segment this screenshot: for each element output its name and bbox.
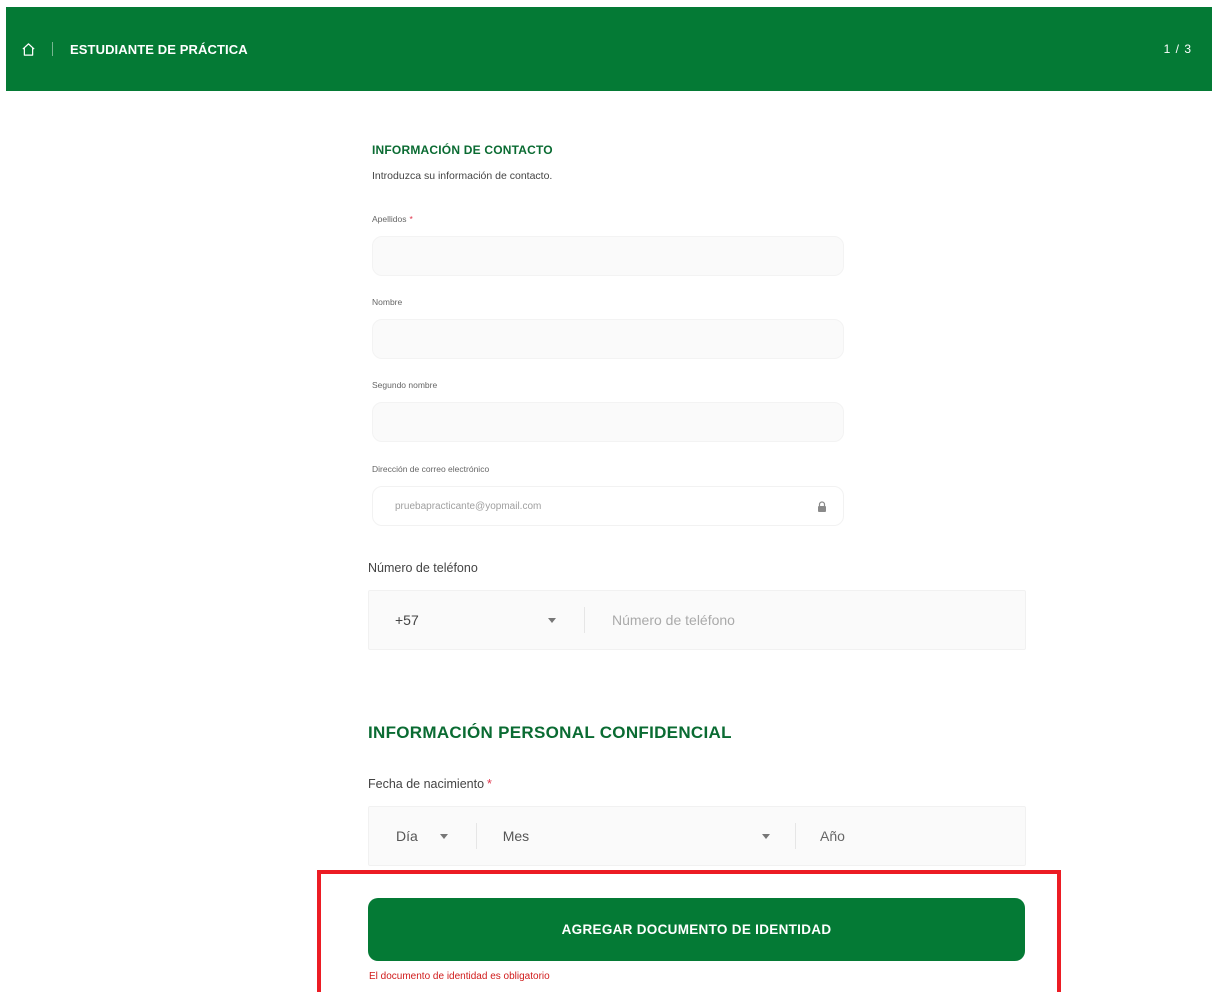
- lock-icon: [817, 500, 827, 512]
- birth-month-select[interactable]: Mes: [477, 807, 795, 865]
- chevron-down-icon: [439, 833, 448, 839]
- country-code-value: +57: [395, 612, 419, 628]
- middle-name-input[interactable]: [372, 402, 844, 442]
- header-left: ESTUDIANTE DE PRÁCTICA: [20, 41, 248, 57]
- last-name-label-text: Apellidos: [372, 214, 407, 224]
- chevron-down-icon: [548, 617, 556, 623]
- last-name-input[interactable]: [372, 236, 844, 276]
- required-mark: *: [409, 214, 413, 224]
- app-header: ESTUDIANTE DE PRÁCTICA 1 / 3: [6, 7, 1212, 91]
- personal-section-title: INFORMACIÓN PERSONAL CONFIDENCIAL: [368, 723, 732, 742]
- page-title: ESTUDIANTE DE PRÁCTICA: [70, 41, 248, 57]
- required-mark: *: [487, 777, 492, 791]
- middle-name-label: Segundo nombre: [372, 380, 438, 390]
- first-name-input[interactable]: [372, 319, 844, 359]
- birth-date-field-group: Día Mes: [368, 806, 1026, 866]
- phone-number-input[interactable]: [585, 591, 1025, 649]
- chevron-down-icon: [762, 833, 771, 839]
- last-name-label: Apellidos *: [372, 214, 413, 224]
- birth-year-input[interactable]: [795, 807, 1025, 865]
- step-counter: 1 / 3: [1163, 42, 1192, 56]
- birth-month-placeholder: Mes: [502, 828, 530, 844]
- birth-day-select[interactable]: Día: [369, 807, 476, 865]
- birth-date-label-text: Fecha de nacimiento: [368, 777, 485, 791]
- country-code-select[interactable]: +57: [369, 591, 584, 649]
- page: ESTUDIANTE DE PRÁCTICA 1 / 3 INFORMACIÓN…: [0, 0, 1212, 992]
- email-label: Dirección de correo electrónico: [372, 464, 490, 474]
- contact-section-subtitle: Introduzca su información de contacto.: [372, 170, 553, 182]
- birth-day-placeholder: Día: [396, 828, 418, 844]
- home-icon[interactable]: [20, 41, 36, 57]
- email-field: pruebapracticante@yopmail.com: [372, 486, 844, 526]
- contact-info-section: INFORMACIÓN DE CONTACTO Introduzca su in…: [372, 143, 844, 182]
- contact-section-title: INFORMACIÓN DE CONTACTO: [372, 143, 553, 157]
- first-name-label: Nombre: [372, 297, 403, 307]
- email-value: pruebapracticante@yopmail.com: [395, 500, 542, 512]
- identity-document-error: El documento de identidad es obligatorio: [369, 971, 550, 982]
- add-identity-document-button[interactable]: AGREGAR DOCUMENTO DE IDENTIDAD: [368, 898, 1025, 961]
- phone-field-group: +57: [368, 590, 1026, 650]
- birth-date-label: Fecha de nacimiento *: [368, 777, 492, 791]
- header-divider: [52, 42, 53, 56]
- phone-label: Número de teléfono: [368, 561, 478, 575]
